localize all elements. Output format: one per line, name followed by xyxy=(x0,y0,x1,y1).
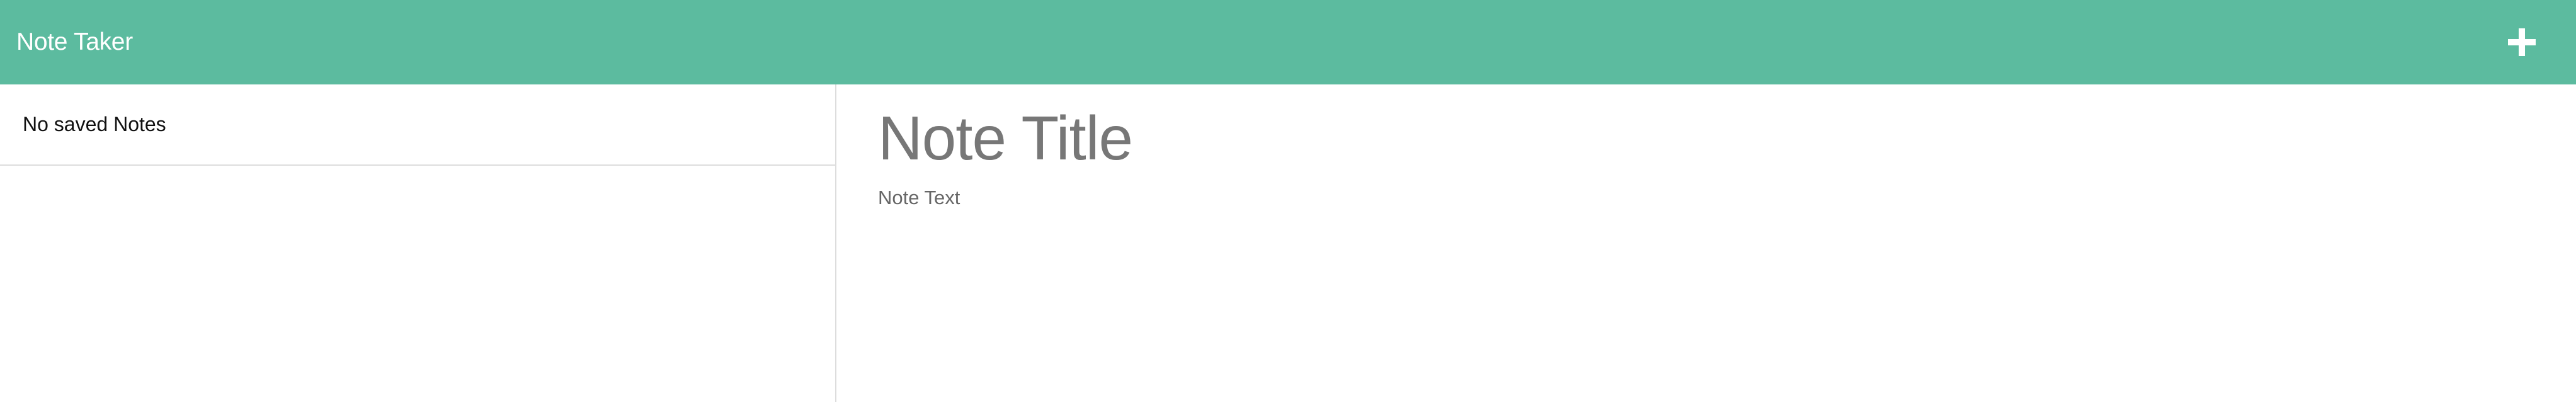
note-editor xyxy=(838,84,2576,402)
plus-icon xyxy=(2508,28,2536,56)
note-text-input[interactable] xyxy=(878,184,2516,386)
new-note-button[interactable] xyxy=(2503,23,2541,61)
list-item: No saved Notes xyxy=(0,84,835,166)
brand-link[interactable]: Note Taker xyxy=(16,28,133,56)
top-navbar: Note Taker xyxy=(0,0,2576,84)
main-container: No saved Notes xyxy=(0,84,2576,402)
note-list: No saved Notes xyxy=(0,84,836,402)
note-title-input[interactable] xyxy=(878,97,2516,179)
empty-notes-message: No saved Notes xyxy=(23,113,166,135)
